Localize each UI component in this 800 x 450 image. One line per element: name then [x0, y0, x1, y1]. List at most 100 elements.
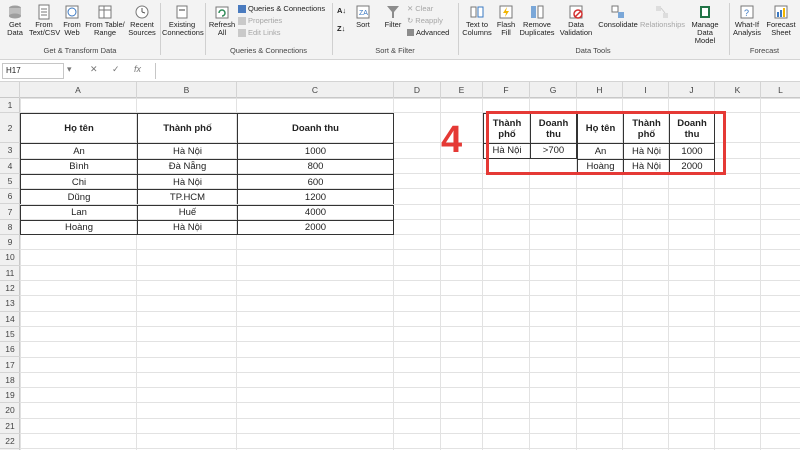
- result-cell[interactable]: Hoàng: [577, 158, 623, 174]
- row-header-11[interactable]: 11: [0, 266, 20, 281]
- row-header-10[interactable]: 10: [0, 250, 20, 266]
- from-web-button[interactable]: From Web: [61, 4, 83, 37]
- result-header[interactable]: Doanh thu: [669, 113, 715, 144]
- properties-button[interactable]: Properties: [238, 16, 282, 25]
- row-header-12[interactable]: 12: [0, 281, 20, 297]
- data-validation-button[interactable]: Data Validation: [556, 4, 596, 37]
- from-table-range-button[interactable]: From Table/ Range: [85, 4, 125, 37]
- row-header-7[interactable]: 7: [0, 205, 20, 220]
- column-header-a[interactable]: A: [20, 82, 137, 98]
- existing-connections-button[interactable]: Existing Connections: [162, 4, 204, 37]
- formula-input[interactable]: [155, 63, 795, 79]
- result-cell[interactable]: Hà Nội: [623, 158, 669, 174]
- result-header[interactable]: Họ tên: [577, 113, 623, 144]
- row-header-15[interactable]: 15: [0, 327, 20, 343]
- advanced-filter-button[interactable]: Advanced: [407, 28, 449, 37]
- main-table-cell[interactable]: 600: [237, 173, 394, 190]
- main-table-cell[interactable]: Hà Nội: [137, 173, 237, 190]
- result-cell[interactable]: 2000: [669, 158, 715, 174]
- reapply-button[interactable]: ↻ Reapply: [407, 16, 443, 25]
- column-header-c[interactable]: C: [237, 82, 394, 98]
- relationships-button[interactable]: Relationships: [640, 4, 685, 29]
- column-header-e[interactable]: E: [441, 82, 483, 98]
- criteria-header[interactable]: Doanh thu: [530, 113, 577, 144]
- queries-connections-button[interactable]: Queries & Connections: [238, 4, 325, 13]
- main-table-cell[interactable]: Chi: [20, 173, 137, 190]
- row-header-1[interactable]: 1: [0, 98, 20, 114]
- main-table-cell[interactable]: 1000: [237, 143, 394, 159]
- row-header-17[interactable]: 17: [0, 358, 20, 373]
- flash-fill-button[interactable]: Flash Fill: [495, 4, 517, 37]
- refresh-all-button[interactable]: Refresh All: [208, 4, 236, 37]
- row-header-2[interactable]: 2: [0, 113, 20, 144]
- row-header-13[interactable]: 13: [0, 296, 20, 312]
- sort-button[interactable]: ZA Sort: [352, 4, 374, 29]
- criteria-cell[interactable]: >700: [530, 143, 577, 159]
- clear-button[interactable]: ✕ Clear: [407, 4, 433, 13]
- main-table-cell[interactable]: 1200: [237, 189, 394, 205]
- main-table-cell[interactable]: Hoàng: [20, 219, 137, 236]
- sort-az-button[interactable]: A↓: [337, 6, 346, 15]
- filter-button[interactable]: Filter: [382, 4, 404, 29]
- result-header[interactable]: Thành phố: [623, 113, 669, 144]
- name-box-dropdown-icon[interactable]: ▾: [67, 64, 72, 75]
- get-data-button[interactable]: Get Data: [3, 4, 27, 37]
- cancel-icon[interactable]: ✕: [90, 64, 98, 75]
- row-header-22[interactable]: 22: [0, 434, 20, 450]
- main-table-header[interactable]: Họ tên: [20, 113, 137, 144]
- row-header-8[interactable]: 8: [0, 220, 20, 236]
- from-text-csv-button[interactable]: From Text/CSV: [29, 4, 60, 37]
- row-header-21[interactable]: 21: [0, 419, 20, 434]
- cells-area[interactable]: Họ tên Thành phố Doanh thu An Hà Nội 1000 Bình…: [20, 98, 800, 450]
- main-table-cell[interactable]: Lan: [20, 204, 137, 220]
- row-header-3[interactable]: 3: [0, 143, 20, 159]
- row-header-9[interactable]: 9: [0, 235, 20, 251]
- text-to-columns-button[interactable]: Text to Columns: [461, 4, 493, 37]
- row-header-4[interactable]: 4: [0, 159, 20, 174]
- manage-data-model-button[interactable]: Manage Data Model: [686, 4, 724, 45]
- result-cell[interactable]: Hà Nội: [623, 143, 669, 159]
- main-table-header[interactable]: Doanh thu: [237, 113, 394, 144]
- main-table-cell[interactable]: Bình: [20, 158, 137, 174]
- column-header-k[interactable]: K: [715, 82, 761, 98]
- sort-za-button[interactable]: Z↓: [337, 24, 345, 33]
- main-table-cell[interactable]: Huế: [137, 204, 237, 220]
- main-table-cell[interactable]: Đà Nẵng: [137, 158, 237, 174]
- insert-function-icon[interactable]: fx: [134, 64, 141, 74]
- main-table-cell[interactable]: 800: [237, 158, 394, 174]
- row-header-16[interactable]: 16: [0, 342, 20, 358]
- column-header-l[interactable]: L: [761, 82, 800, 98]
- result-cell[interactable]: 1000: [669, 143, 715, 159]
- criteria-cell[interactable]: Hà Nội: [483, 143, 530, 159]
- select-all-corner[interactable]: [0, 82, 20, 98]
- row-header-18[interactable]: 18: [0, 373, 20, 389]
- consolidate-button[interactable]: Consolidate: [598, 4, 638, 29]
- forecast-sheet-button[interactable]: Forecast Sheet: [765, 4, 797, 37]
- what-if-analysis-button[interactable]: ? What-If Analysis: [731, 4, 763, 37]
- row-header-14[interactable]: 14: [0, 312, 20, 327]
- main-table-cell[interactable]: Dũng: [20, 189, 137, 205]
- enter-icon[interactable]: ✓: [112, 64, 120, 75]
- column-header-h[interactable]: H: [577, 82, 623, 98]
- row-header-19[interactable]: 19: [0, 388, 20, 404]
- main-table-cell[interactable]: 4000: [237, 204, 394, 220]
- main-table-cell[interactable]: TP.HCM: [137, 189, 237, 205]
- row-header-6[interactable]: 6: [0, 189, 20, 205]
- criteria-header[interactable]: Thành phố: [483, 113, 530, 144]
- column-header-f[interactable]: F: [483, 82, 530, 98]
- result-cell[interactable]: An: [577, 143, 623, 159]
- row-header-20[interactable]: 20: [0, 403, 20, 419]
- recent-sources-button[interactable]: Recent Sources: [127, 4, 157, 37]
- edit-links-button[interactable]: Edit Links: [238, 28, 281, 37]
- main-table-cell[interactable]: Hà Nội: [137, 143, 237, 159]
- name-box[interactable]: H17: [2, 63, 64, 79]
- column-header-b[interactable]: B: [137, 82, 237, 98]
- main-table-header[interactable]: Thành phố: [137, 113, 237, 144]
- main-table-cell[interactable]: 2000: [237, 219, 394, 236]
- column-header-d[interactable]: D: [394, 82, 441, 98]
- main-table-cell[interactable]: Hà Nội: [137, 219, 237, 236]
- row-header-5[interactable]: 5: [0, 174, 20, 190]
- column-header-i[interactable]: I: [623, 82, 669, 98]
- remove-duplicates-button[interactable]: Remove Duplicates: [519, 4, 555, 37]
- main-table-cell[interactable]: An: [20, 143, 137, 159]
